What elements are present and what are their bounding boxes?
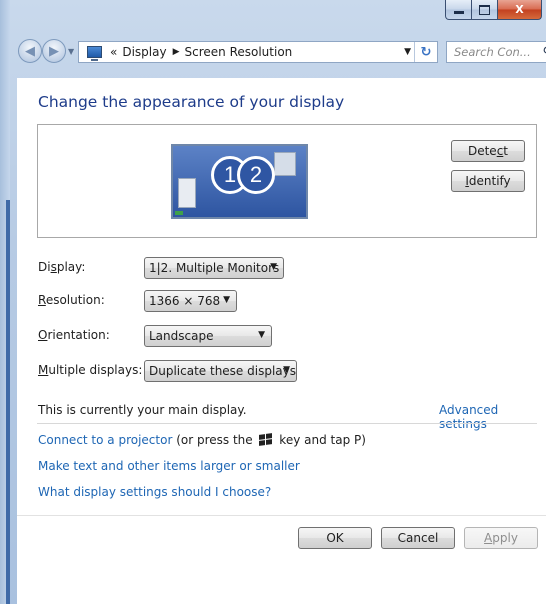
back-arrow-icon: ◀ (25, 43, 35, 59)
detect-label-key: c (496, 144, 504, 158)
refresh-button[interactable]: ↻ (414, 42, 437, 62)
forward-button[interactable]: ▶ (42, 39, 66, 63)
breadcrumb-display[interactable]: Display (122, 45, 166, 59)
breadcrumb-overflow[interactable]: « (110, 45, 117, 59)
preview-window-icon (178, 178, 196, 208)
orientation-select[interactable]: Landscape ▼ (144, 325, 272, 347)
apply-button[interactable]: Apply (464, 527, 538, 549)
window-frame: X ◀ ▶ ▼ « Display ▶ Screen Resolution ▼ … (0, 0, 546, 604)
footer-divider (17, 515, 546, 516)
resolution-select-value: 1366 × 768 (149, 294, 221, 308)
window-left-border (0, 0, 10, 604)
breadcrumb-separator-icon[interactable]: ▶ (173, 47, 180, 57)
minimize-button[interactable] (445, 0, 472, 20)
projector-hint-b: key and tap P) (275, 433, 366, 447)
resolution-select[interactable]: 1366 × 768 ▼ (144, 290, 237, 312)
address-dropdown-icon[interactable]: ▼ (404, 47, 411, 57)
projector-hint-a: (or press the (172, 433, 257, 447)
dropdown-arrow-icon: ▼ (223, 295, 230, 305)
caption-buttons: X (445, 0, 542, 20)
display-select-value: 1|2. Multiple Monitors (149, 261, 280, 275)
multiple-displays-label: Multiple displays: (38, 363, 143, 377)
ok-button[interactable]: OK (298, 527, 372, 549)
advanced-settings-link[interactable]: Advanced settings (439, 403, 546, 431)
search-box[interactable]: Search Con... ⚲ (446, 41, 546, 63)
windows-logo-icon (259, 433, 273, 446)
monitor-preview[interactable]: 1 2 (171, 144, 308, 219)
detect-button[interactable]: Dete c t (451, 140, 525, 162)
monitor-number-2: 2 (237, 156, 275, 194)
orientation-label: Orientation: (38, 328, 110, 342)
navigation-bar: ◀ ▶ ▼ « Display ▶ Screen Resolution ▼ ↻ … (10, 38, 546, 68)
display-label: Display: (38, 260, 86, 274)
projector-line: Connect to a projector (or press the key… (38, 433, 366, 447)
cancel-button[interactable]: Cancel (381, 527, 455, 549)
close-icon: X (515, 3, 524, 16)
dropdown-arrow-icon: ▼ (270, 262, 277, 272)
preview-start-icon (175, 211, 183, 215)
search-input[interactable]: Search Con... (454, 45, 531, 59)
help-link[interactable]: What display settings should I choose? (38, 485, 271, 499)
maximize-icon (479, 4, 490, 15)
display-select[interactable]: 1|2. Multiple Monitors ▼ (144, 257, 284, 279)
content-pane: Change the appearance of your display 1 … (17, 78, 546, 604)
page-title: Change the appearance of your display (38, 93, 345, 111)
recent-pages-chevron-icon[interactable]: ▼ (68, 47, 74, 56)
maximize-button[interactable] (472, 0, 498, 20)
connect-projector-link[interactable]: Connect to a projector (38, 433, 172, 447)
divider (37, 423, 537, 424)
text-size-link[interactable]: Make text and other items larger or smal… (38, 459, 300, 473)
display-preview-panel: 1 2 Dete c t Identify (37, 124, 537, 238)
multiple-displays-select-value: Duplicate these displays (149, 364, 296, 378)
detect-label-b: t (503, 144, 509, 158)
identify-label: dentify (468, 174, 511, 188)
forward-arrow-icon: ▶ (49, 43, 59, 59)
breadcrumb-screen-resolution[interactable]: Screen Resolution (185, 45, 293, 59)
identify-button[interactable]: Identify (451, 170, 525, 192)
address-bar[interactable]: « Display ▶ Screen Resolution ▼ ↻ (78, 41, 438, 63)
search-icon[interactable]: ⚲ (542, 45, 546, 60)
main-display-status: This is currently your main display. (38, 403, 247, 417)
multiple-displays-select[interactable]: Duplicate these displays ▼ (144, 360, 297, 382)
preview-window-icon (274, 152, 296, 176)
display-control-panel-icon (87, 46, 102, 61)
resolution-label: Resolution: (38, 293, 105, 307)
apply-label: pply (492, 531, 518, 545)
dropdown-arrow-icon: ▼ (258, 330, 265, 340)
dropdown-arrow-icon: ▼ (283, 365, 290, 375)
apply-label-key: A (484, 531, 493, 545)
orientation-select-value: Landscape (149, 329, 214, 343)
detect-label-a: Dete (467, 144, 497, 158)
close-button[interactable]: X (498, 0, 542, 20)
refresh-icon: ↻ (420, 44, 432, 60)
minimize-icon (453, 11, 464, 14)
back-button[interactable]: ◀ (18, 39, 42, 63)
